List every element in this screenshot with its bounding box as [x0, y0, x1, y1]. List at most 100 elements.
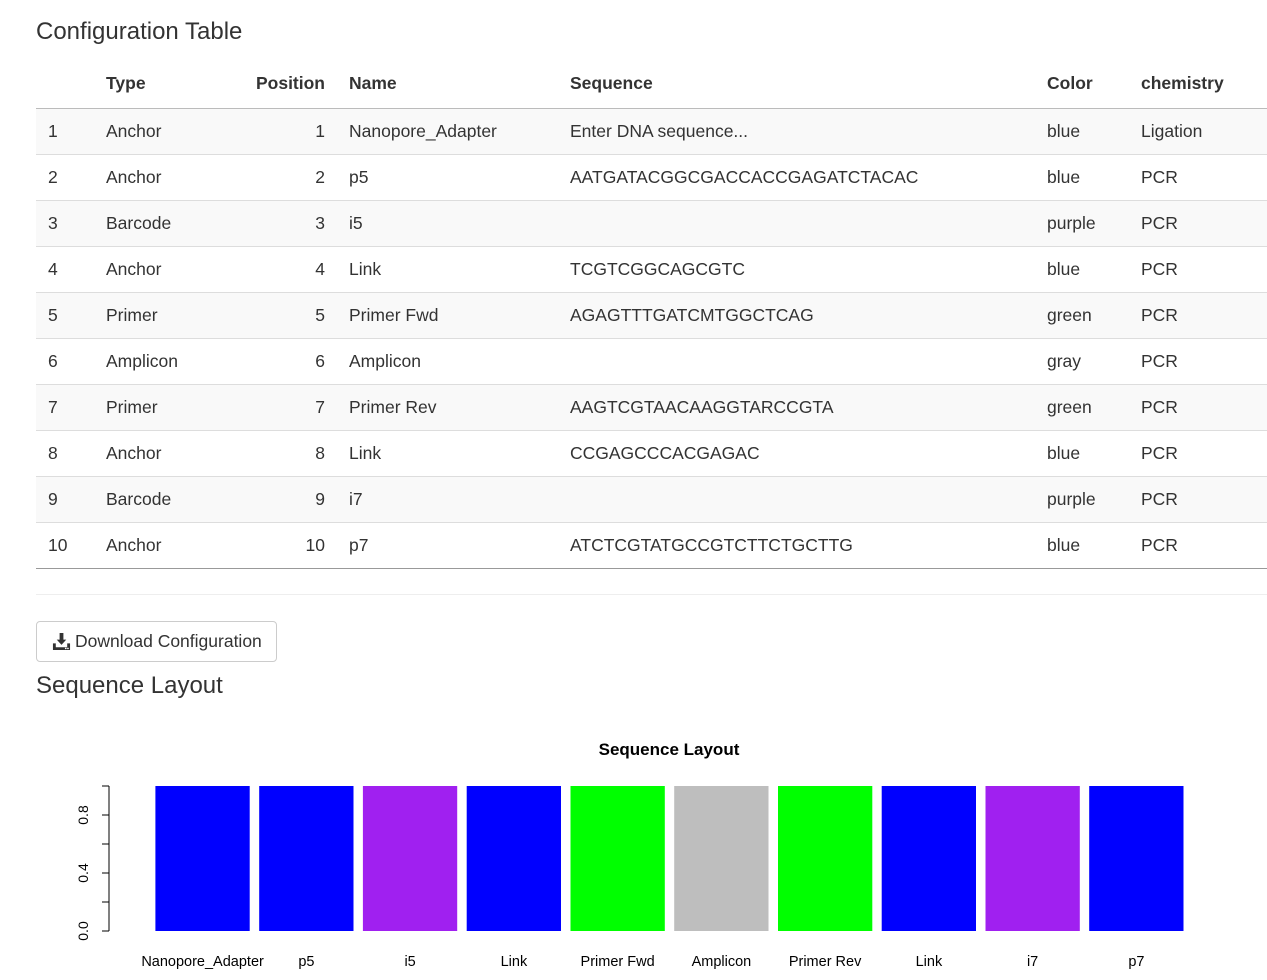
cell-sequence[interactable] — [558, 338, 1035, 385]
cell-name[interactable]: Amplicon — [337, 338, 558, 385]
cell-index[interactable]: 5 — [36, 292, 94, 339]
cell-name[interactable]: Nanopore_Adapter — [337, 108, 558, 155]
download-button-label: Download Configuration — [75, 631, 262, 651]
cell-type[interactable]: Anchor — [94, 430, 207, 477]
table-row[interactable]: 10 Anchor 10 p7 ATCTCGTATGCCGTCTTCTGCTTG blue… — [36, 522, 1267, 569]
cell-type[interactable]: Barcode — [94, 476, 207, 523]
cell-position[interactable]: 3 — [207, 200, 337, 247]
cell-position[interactable]: 6 — [207, 338, 337, 385]
cell-chemistry[interactable]: PCR — [1129, 522, 1267, 569]
cell-position[interactable]: 8 — [207, 430, 337, 477]
cell-name[interactable]: i5 — [337, 200, 558, 247]
cell-index[interactable]: 9 — [36, 476, 94, 523]
cell-type[interactable]: Anchor — [94, 154, 207, 201]
cell-color[interactable]: green — [1035, 384, 1129, 431]
cell-name[interactable]: Link — [337, 246, 558, 293]
table-row[interactable]: 3 Barcode 3 i5 purple PCR — [36, 200, 1267, 247]
cell-sequence[interactable]: ATCTCGTATGCCGTCTTCTGCTTG — [558, 522, 1035, 569]
cell-chemistry[interactable]: PCR — [1129, 384, 1267, 431]
cell-position[interactable]: 4 — [207, 246, 337, 293]
cell-chemistry[interactable]: PCR — [1129, 430, 1267, 477]
cell-type[interactable]: Anchor — [94, 246, 207, 293]
x-tick-label: Link — [916, 954, 943, 970]
bar — [674, 786, 769, 931]
cell-sequence[interactable] — [558, 200, 1035, 247]
cell-type[interactable]: Anchor — [94, 522, 207, 569]
cell-name[interactable]: Link — [337, 430, 558, 477]
table-row[interactable]: 1 Anchor 1 Nanopore_Adapter Enter DNA sequen… — [36, 108, 1267, 155]
cell-index[interactable]: 4 — [36, 246, 94, 293]
cell-chemistry[interactable]: PCR — [1129, 246, 1267, 293]
table-row[interactable]: 9 Barcode 9 i7 purple PCR — [36, 476, 1267, 523]
cell-position[interactable]: 9 — [207, 476, 337, 523]
bar — [466, 786, 561, 931]
bar — [155, 786, 250, 931]
cell-chemistry[interactable]: PCR — [1129, 200, 1267, 247]
table-body: 1 Anchor 1 Nanopore_Adapter Enter DNA sequen… — [36, 108, 1267, 569]
download-icon — [52, 632, 71, 651]
cell-sequence[interactable]: Enter DNA sequence... — [558, 108, 1035, 155]
cell-position[interactable]: 10 — [207, 522, 337, 569]
cell-name[interactable]: p7 — [337, 522, 558, 569]
cell-chemistry[interactable]: PCR — [1129, 154, 1267, 201]
cell-sequence[interactable]: AATGATACGGCGACCACCGAGATCTACAC — [558, 154, 1035, 201]
cell-index[interactable]: 2 — [36, 154, 94, 201]
cell-name[interactable]: p5 — [337, 154, 558, 201]
chart-title: Sequence Layout — [599, 740, 740, 759]
cell-type[interactable]: Primer — [94, 384, 207, 431]
cell-position[interactable]: 5 — [207, 292, 337, 339]
cell-type[interactable]: Amplicon — [94, 338, 207, 385]
configuration-table-title: Configuration Table — [36, 18, 243, 45]
x-tick-label: p5 — [298, 954, 314, 970]
cell-color[interactable]: purple — [1035, 200, 1129, 247]
cell-position[interactable]: 7 — [207, 384, 337, 431]
download-configuration-button[interactable]: Download Configuration — [36, 621, 277, 662]
cell-color[interactable]: blue — [1035, 522, 1129, 569]
table-row[interactable]: 2 Anchor 2 p5 AATGATACGGCGACCACCGAGATCTACAC b… — [36, 154, 1267, 201]
cell-chemistry[interactable]: PCR — [1129, 338, 1267, 385]
cell-color[interactable]: gray — [1035, 338, 1129, 385]
cell-color[interactable]: blue — [1035, 108, 1129, 155]
cell-sequence[interactable]: AGAGTTTGATCMTGGCTCAG — [558, 292, 1035, 339]
cell-color[interactable]: blue — [1035, 154, 1129, 201]
x-tick-label: Nanopore_Adapter — [141, 954, 264, 970]
cell-index[interactable]: 7 — [36, 384, 94, 431]
column-header-sequence[interactable]: Sequence — [558, 59, 1035, 109]
cell-color[interactable]: green — [1035, 292, 1129, 339]
cell-type[interactable]: Primer — [94, 292, 207, 339]
cell-chemistry[interactable]: Ligation — [1129, 108, 1267, 155]
cell-index[interactable]: 6 — [36, 338, 94, 385]
cell-color[interactable]: blue — [1035, 430, 1129, 477]
cell-index[interactable]: 10 — [36, 522, 94, 569]
column-header-index[interactable] — [36, 59, 94, 109]
column-header-name[interactable]: Name — [337, 59, 558, 109]
cell-type[interactable]: Barcode — [94, 200, 207, 247]
cell-sequence[interactable]: CCGAGCCCACGAGAC — [558, 430, 1035, 477]
cell-sequence[interactable]: TCGTCGGCAGCGTC — [558, 246, 1035, 293]
cell-color[interactable]: purple — [1035, 476, 1129, 523]
cell-index[interactable]: 3 — [36, 200, 94, 247]
cell-sequence[interactable] — [558, 476, 1035, 523]
table-row[interactable]: 8 Anchor 8 Link CCGAGCCCACGAGAC blue PCR — [36, 430, 1267, 477]
column-header-type[interactable]: Type — [94, 59, 207, 109]
cell-name[interactable]: i7 — [337, 476, 558, 523]
cell-position[interactable]: 1 — [207, 108, 337, 155]
cell-name[interactable]: Primer Rev — [337, 384, 558, 431]
cell-index[interactable]: 1 — [36, 108, 94, 155]
table-row[interactable]: 7 Primer 7 Primer Rev AAGTCGTAACAAGGTARCCGTA… — [36, 384, 1267, 431]
cell-sequence[interactable]: AAGTCGTAACAAGGTARCCGTA — [558, 384, 1035, 431]
table-row[interactable]: 5 Primer 5 Primer Fwd AGAGTTTGATCMTGGCTCAG gr… — [36, 292, 1267, 339]
cell-index[interactable]: 8 — [36, 430, 94, 477]
column-header-position[interactable]: Position — [207, 59, 337, 109]
table-row[interactable]: 6 Amplicon 6 Amplicon gray PCR — [36, 338, 1267, 385]
cell-name[interactable]: Primer Fwd — [337, 292, 558, 339]
cell-position[interactable]: 2 — [207, 154, 337, 201]
bar — [985, 786, 1080, 931]
cell-color[interactable]: blue — [1035, 246, 1129, 293]
cell-chemistry[interactable]: PCR — [1129, 292, 1267, 339]
column-header-color[interactable]: Color — [1035, 59, 1129, 109]
cell-type[interactable]: Anchor — [94, 108, 207, 155]
column-header-chemistry[interactable]: chemistry — [1129, 59, 1267, 109]
table-row[interactable]: 4 Anchor 4 Link TCGTCGGCAGCGTC blue PCR — [36, 246, 1267, 293]
cell-chemistry[interactable]: PCR — [1129, 476, 1267, 523]
